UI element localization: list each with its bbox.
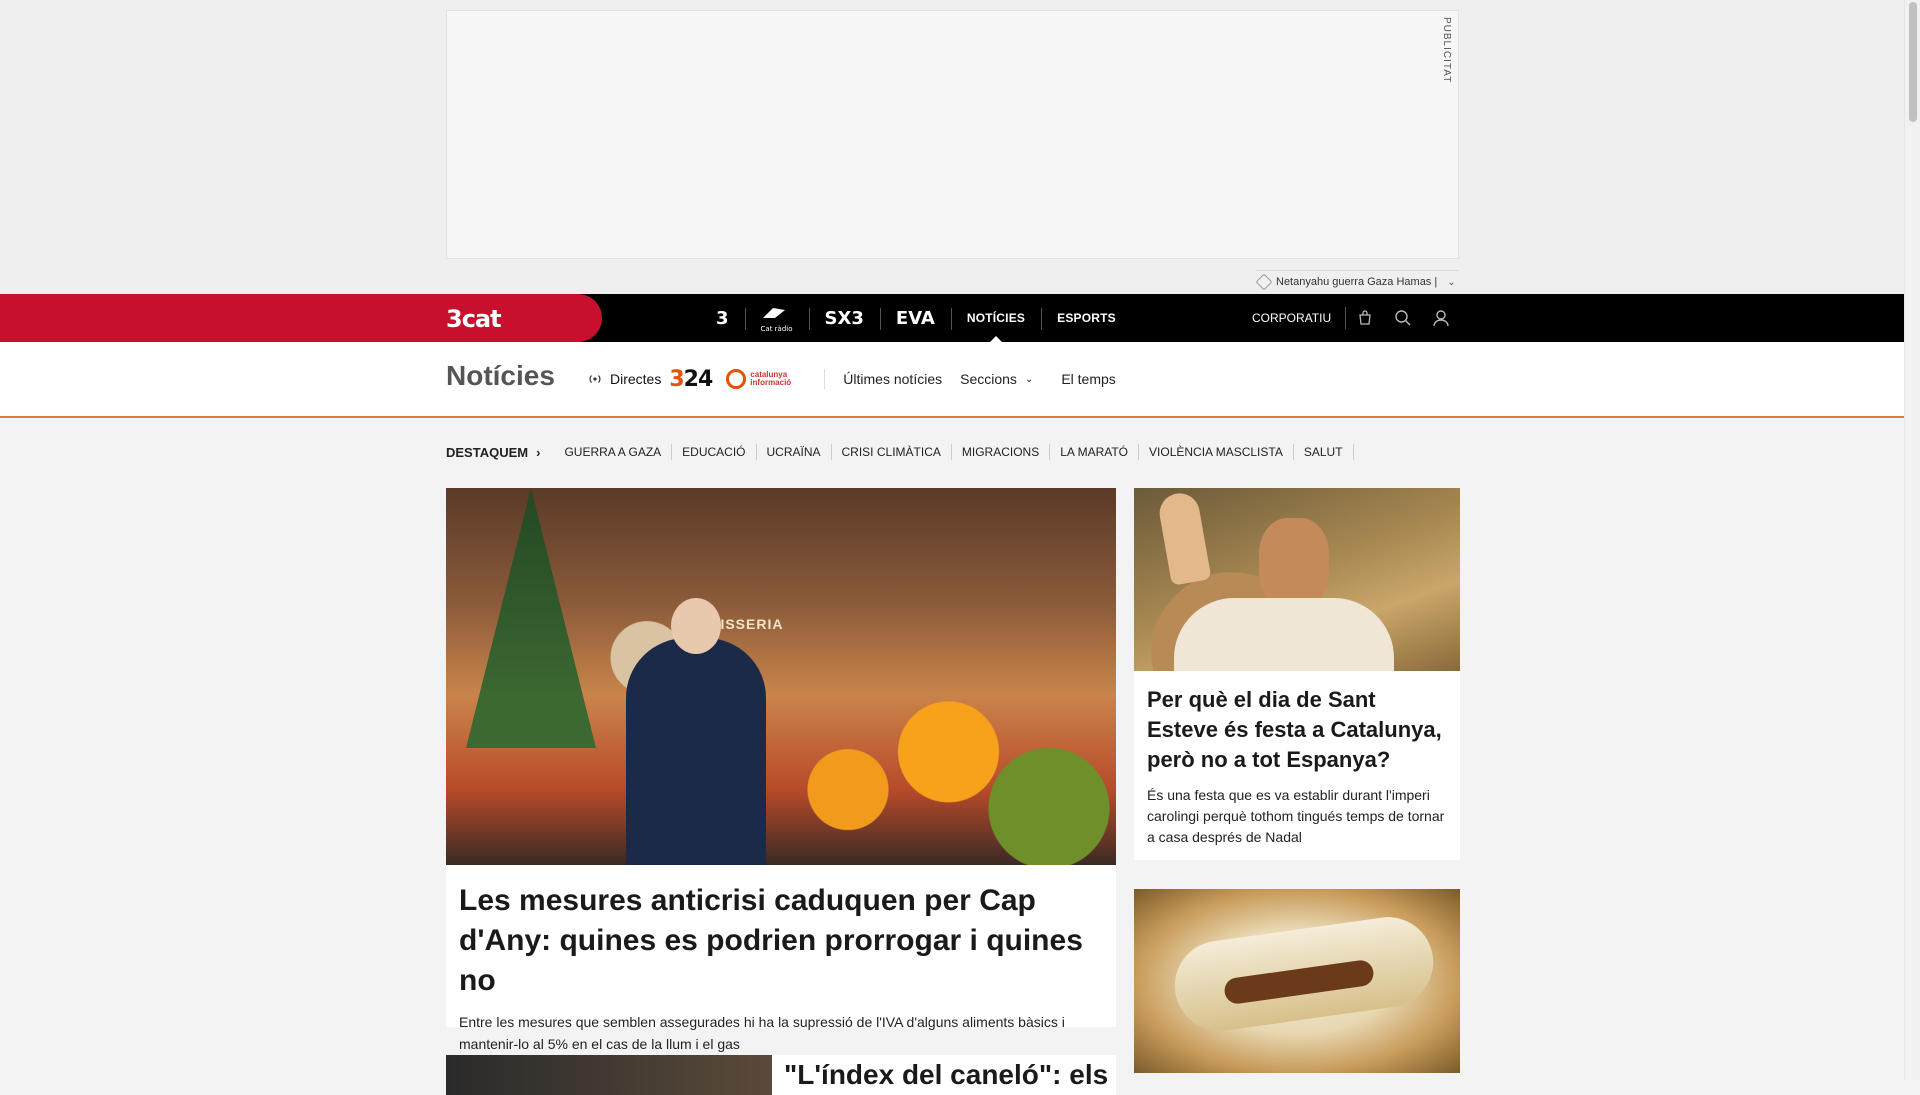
shopper-figure (626, 598, 766, 865)
catalunya-informacio-logo[interactable]: catalunya informació (726, 369, 826, 389)
christmas-tree-shape (466, 488, 596, 748)
highlight-item[interactable]: EDUCACIÓ (672, 444, 757, 460)
chevron-right-icon: › (536, 444, 541, 460)
side-article-summary: És una festa que es va establir durant l… (1147, 787, 1445, 845)
catradio-logo-icon: Cat ràdio (761, 304, 793, 333)
tv3-logo-icon: 3 (716, 307, 729, 329)
live-broadcast-icon (589, 375, 601, 383)
channel-nav: 3 Cat ràdio SX3 EVA NOTÍCIES ESPORTS (700, 294, 1132, 342)
search-button[interactable] (1384, 294, 1422, 342)
main-article-image[interactable]: CARNISSERIA (446, 488, 1116, 865)
channel-esports[interactable]: ESPORTS (1041, 294, 1132, 342)
saint-face-shape (1259, 518, 1329, 608)
chevron-down-icon: ⌄ (1024, 373, 1034, 385)
section-header: Notícies Directes 324 catalunya informac… (0, 342, 1904, 418)
sections-label: Seccions (960, 371, 1017, 387)
live-link[interactable]: Directes (588, 371, 661, 387)
sections-dropdown[interactable]: Seccions ⌄ (960, 371, 1033, 387)
sx3-logo-icon: SX3 (824, 307, 864, 329)
catinfo-icon (726, 369, 747, 389)
main-article-body: Les mesures anticrisi caduquen per Cap d… (446, 865, 1116, 1071)
bottom-article-image[interactable] (446, 1055, 772, 1095)
shop-button[interactable] (1346, 294, 1384, 342)
ad-zone: PUBLICITAT Netanyahu guerra Gaza Hamas |… (0, 0, 1904, 294)
channel-sx3[interactable]: SX3 (808, 294, 880, 342)
corporate-link[interactable]: CORPORATIU (1252, 307, 1347, 329)
tag-icon (1255, 273, 1273, 291)
weather-link[interactable]: El temps (1061, 371, 1115, 387)
main-article-summary: Entre les mesures que semblen assegurade… (459, 1014, 1065, 1052)
user-icon (1433, 310, 1449, 327)
latest-news-link[interactable]: Últimes notícies (843, 371, 942, 387)
ad-banner[interactable]: PUBLICITAT (446, 10, 1459, 259)
section-nav: Directes 324 catalunya informació Últime… (588, 364, 1116, 394)
chevron-down-icon[interactable]: ⌄ (1447, 277, 1455, 288)
side-article-body: Per què el dia de Sant Esteve és festa a… (1134, 671, 1460, 860)
brand-bar: 3cat 3 Cat ràdio SX3 EVA NOTÍCIES ESPORT… (0, 294, 1904, 342)
brand-red-block (0, 294, 602, 342)
side-article-image[interactable] (1134, 488, 1460, 671)
trending-topics[interactable]: Netanyahu guerra Gaza Hamas | ⌄ (1255, 270, 1459, 293)
highlights-label: DESTAQUEM (446, 444, 529, 460)
highlight-item[interactable]: UCRAÏNA (757, 444, 832, 460)
bottom-article-title[interactable]: "L'índex del caneló": els (784, 1059, 1108, 1091)
side-article-image-2[interactable] (1134, 889, 1460, 1073)
3cat-logo[interactable]: 3cat (446, 305, 502, 333)
header-tools: CORPORATIU (1252, 294, 1460, 342)
shopping-bag-icon (1359, 310, 1371, 325)
catinfo-label: catalunya informació (750, 370, 792, 387)
search-icon (1395, 310, 1411, 326)
page-scrollbar[interactable] (1904, 0, 1920, 1080)
robe-shape (1174, 598, 1394, 671)
scrollbar-thumb[interactable] (1909, 2, 1917, 122)
eva-logo-icon: EVA (895, 307, 935, 329)
highlight-item[interactable]: GUERRA A GAZA (554, 444, 673, 460)
bottom-article[interactable]: "L'índex del caneló": els (446, 1055, 1116, 1095)
section-title[interactable]: Notícies (446, 360, 555, 392)
channel-catradio[interactable]: Cat ràdio (744, 294, 809, 342)
channel-noticies[interactable]: NOTÍCIES (950, 294, 1041, 342)
channel-324-logo[interactable]: 324 (669, 367, 713, 392)
highlight-item[interactable]: SALUT (1294, 444, 1354, 460)
channel-eva[interactable]: EVA (879, 294, 951, 342)
side-article-title[interactable]: Per què el dia de Sant Esteve és festa a… (1147, 685, 1447, 775)
main-article[interactable]: CARNISSERIA Les mesures anticrisi caduqu… (446, 488, 1116, 1052)
trending-text[interactable]: Netanyahu guerra Gaza Hamas | (1276, 276, 1437, 288)
live-label: Directes (610, 371, 662, 387)
side-article[interactable]: Per què el dia de Sant Esteve és festa a… (1134, 488, 1460, 860)
user-button[interactable] (1422, 294, 1460, 342)
highlight-item[interactable]: VIOLÈNCIA MASCLISTA (1139, 444, 1294, 460)
main-article-title[interactable]: Les mesures anticrisi caduquen per Cap d… (459, 881, 1103, 1001)
highlight-item[interactable]: CRISI CLIMÀTICA (832, 444, 952, 460)
highlight-item[interactable]: MIGRACIONS (952, 444, 1051, 460)
highlight-item[interactable]: LA MARATÓ (1050, 444, 1140, 460)
praying-hands-shape (1156, 490, 1212, 586)
highlights-bar: DESTAQUEM › GUERRA A GAZA EDUCACIÓ UCRAÏN… (446, 444, 1354, 460)
channel-tv3[interactable]: 3 (700, 294, 745, 342)
ad-label: PUBLICITAT (1441, 17, 1452, 84)
highlights-label-link[interactable]: DESTAQUEM › (446, 445, 540, 460)
